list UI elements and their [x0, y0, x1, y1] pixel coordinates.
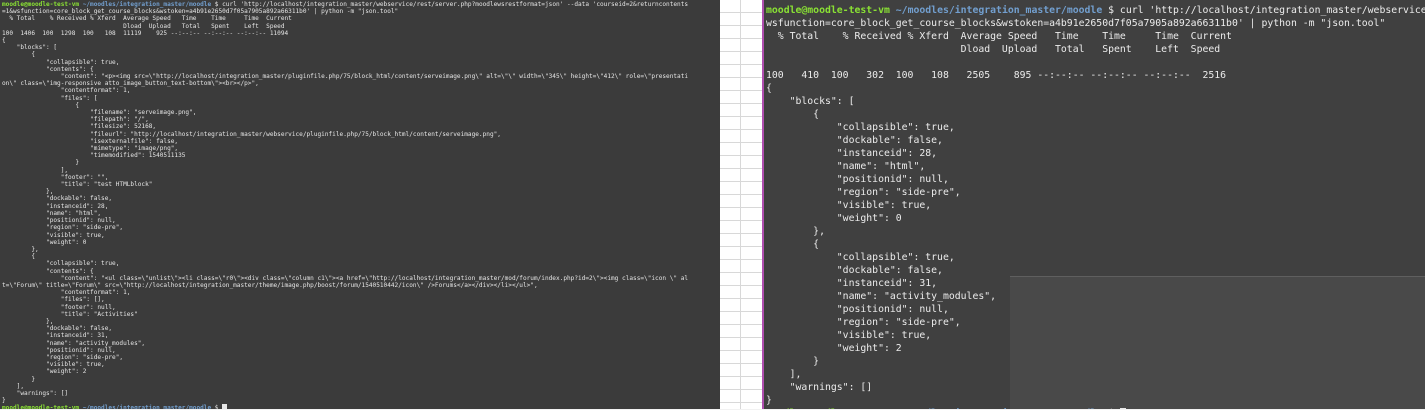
- output-line: "positionid": null,: [2, 217, 116, 225]
- command-prompt-line: moodle@moodle-test-vm ~/moodles/integrat…: [2, 1, 718, 8]
- output-line: "contentformat": 1,: [2, 289, 131, 297]
- output-line: "visible": true,: [2, 361, 105, 369]
- output-line: "contentformat": 1,: [2, 87, 131, 95]
- output-line: }: [2, 159, 80, 167]
- output-line: "collapsible": true,: [2, 58, 120, 66]
- output-line: ],: [2, 382, 25, 390]
- prompt-working-dir: ~/moodles/integration_master/moodle: [895, 5, 1103, 16]
- output-line: wsfunction=core_block_get_course_blocks&…: [766, 18, 1386, 29]
- output-line: =1&wsfunction=core_block_get_course_bloc…: [2, 8, 399, 16]
- prompt-symbol: $: [211, 404, 223, 409]
- output-line: "files": [: [2, 94, 98, 102]
- output-line: on\" class=\"img-responsive atto_image_b…: [2, 80, 259, 88]
- output-line: t=\"Forum\" title=\"Forum\" src=\"http:/…: [2, 281, 538, 289]
- output-line: "fileurl": "http://localhost/integration…: [2, 130, 501, 138]
- command-prompt-line: moodle@moodle-test-vm ~/moodles/integrat…: [766, 4, 1425, 17]
- output-line: "footer": "",: [2, 173, 109, 181]
- output-line: "isexternalfile": false,: [2, 137, 179, 145]
- output-line: % Total % Received % Xferd Average Speed…: [2, 15, 292, 23]
- output-line: {: [766, 83, 772, 94]
- output-line: "positionid": null,: [766, 174, 949, 185]
- prompt-user-host: moodle@moodle-test-vm: [2, 1, 80, 8]
- output-line: "visible": true,: [766, 200, 932, 211]
- output-line: "files": [],: [2, 296, 105, 304]
- output-line: "region": "side-pre",: [2, 353, 124, 361]
- output-line: "weight": 0: [766, 213, 902, 224]
- output-line: "footer": null,: [2, 303, 116, 311]
- output-line: {: [2, 51, 36, 59]
- output-line: "timemodified": 1540511135: [2, 152, 186, 160]
- output-line: },: [2, 317, 54, 325]
- output-line: "instanceid": 28,: [766, 148, 938, 159]
- output-line: "positionid": null,: [2, 346, 116, 354]
- output-line: "collapsible": true,: [766, 252, 955, 263]
- output-line: "collapsible": true,: [2, 260, 120, 268]
- output-line: "content": "<ul class=\"unlist\"><li cla…: [2, 274, 689, 282]
- output-line: "name": "activity_modules",: [2, 339, 146, 347]
- output-line: % Total % Received % Xferd Average Speed…: [766, 31, 1232, 42]
- command-text: $ curl 'http://localhost/integration_mas…: [1108, 5, 1425, 16]
- output-line: "title": "Activities": [2, 310, 138, 318]
- output-line: "warnings": []: [2, 389, 69, 397]
- output-line: "dockable": false,: [2, 195, 113, 203]
- output-line: "region": "side-pre",: [2, 224, 124, 232]
- output-line: {: [766, 239, 820, 250]
- output-line: "dockable": false,: [2, 325, 113, 333]
- output-line: "weight": 0: [2, 238, 87, 246]
- output-line: "filename": "serveimage.png",: [2, 109, 197, 117]
- output-line: },: [766, 226, 825, 237]
- output-line: "weight": 2: [2, 368, 87, 376]
- prompt-user-host: moodle@moodle-test-vm: [2, 404, 80, 409]
- prompt-user-host: moodle@moodle-test-vm: [766, 5, 890, 16]
- output-line: "filesize": 52168,: [2, 123, 157, 131]
- output-line: "title": "test HTMLblock": [2, 181, 153, 189]
- output-line: "dockable": false,: [766, 135, 943, 146]
- prompt-working-dir: ~/moodles/integration_master/moodle: [82, 404, 212, 409]
- output-line: "mimetype": "image/png",: [2, 145, 179, 153]
- output-line: "blocks": [: [766, 96, 855, 107]
- terminal-window-left[interactable]: moodle@moodle-test-vm ~/moodles/integrat…: [0, 0, 720, 409]
- output-line: }: [2, 397, 6, 405]
- output-line: "contents": {: [2, 267, 94, 275]
- output-line: },: [2, 188, 54, 196]
- output-line: "name": "html",: [766, 161, 926, 172]
- output-line: }: [2, 375, 36, 383]
- output-line: Dload Upload Total Spent Left Speed: [766, 44, 1221, 55]
- output-line: {: [2, 253, 36, 261]
- output-line: "content": "<p><img src=\"http://localho…: [2, 73, 689, 81]
- shell-prompt-line: moodle@moodle-test-vm ~/moodles/integrat…: [2, 404, 718, 409]
- command-text: $ curl 'http://localhost/integration_mas…: [211, 1, 689, 8]
- output-line: "visible": true,: [2, 231, 105, 239]
- text-cursor[interactable]: [222, 404, 228, 409]
- output-line: 100 410 100 302 100 108 2505 895 --:--:-…: [766, 70, 1227, 81]
- output-line: "name": "html",: [2, 209, 102, 217]
- output-line: "instanceid": 28,: [2, 202, 109, 210]
- output-line: "contents": {: [2, 65, 94, 73]
- output-line: "collapsible": true,: [766, 122, 955, 133]
- output-line: {: [2, 101, 80, 109]
- output-line: {: [766, 109, 820, 120]
- output-line: "blocks": [: [2, 44, 58, 52]
- background-spreadsheet-strip: [720, 0, 762, 409]
- output-line: ],: [2, 166, 69, 174]
- output-line: },: [2, 245, 39, 253]
- output-line: Dload Upload Total Spent Left Speed: [2, 22, 285, 30]
- output-line: "instanceid": 31,: [2, 332, 109, 340]
- output-line: "filepath": "/",: [2, 116, 149, 124]
- output-line: 100 1406 100 1298 100 108 11119 925 --:-…: [2, 29, 289, 37]
- output-line: {: [2, 37, 6, 45]
- background-moodle-page: [1010, 276, 1425, 410]
- prompt-working-dir: ~/moodles/integration_master/moodle: [82, 1, 212, 8]
- output-line: "region": "side-pre",: [766, 187, 961, 198]
